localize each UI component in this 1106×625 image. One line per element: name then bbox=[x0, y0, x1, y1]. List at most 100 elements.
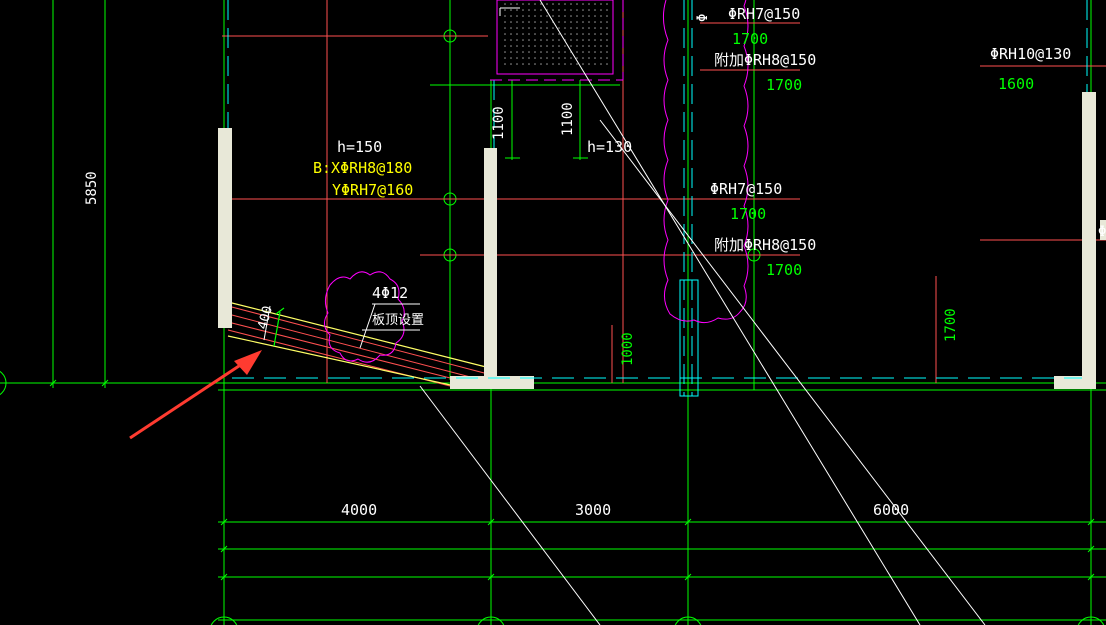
hatch-dot bbox=[600, 9, 602, 11]
hatch-dot bbox=[570, 21, 572, 23]
hatch-dot bbox=[522, 63, 524, 65]
hatch-dot bbox=[540, 27, 542, 29]
hatch-dot bbox=[528, 45, 530, 47]
wall-mid bbox=[484, 148, 497, 388]
rebar-label-2: 附加ΦRH8@150 bbox=[714, 51, 816, 69]
dim-5850: 5850 bbox=[84, 171, 100, 205]
hatch-dot bbox=[606, 45, 608, 47]
hatch-dot bbox=[588, 39, 590, 41]
hatch-dot bbox=[600, 39, 602, 41]
hatch-dot bbox=[570, 45, 572, 47]
hatch-dot bbox=[510, 51, 512, 53]
hatch-dot bbox=[540, 51, 542, 53]
wall-left bbox=[218, 128, 232, 328]
hatch-dot bbox=[552, 57, 554, 59]
hatch-dot bbox=[516, 51, 518, 53]
dim-6000: 6000 bbox=[873, 501, 909, 519]
hatch-dot bbox=[522, 51, 524, 53]
hatch-dot bbox=[534, 9, 536, 11]
hatch-dot bbox=[564, 9, 566, 11]
hatch-dot bbox=[534, 15, 536, 17]
hatch-dot bbox=[510, 63, 512, 65]
hatch-dot bbox=[594, 15, 596, 17]
rebar-label-5: ΦRH10@130 bbox=[990, 45, 1071, 63]
hatch-dot bbox=[564, 27, 566, 29]
hatch-dot bbox=[606, 33, 608, 35]
hatch-dot bbox=[540, 39, 542, 41]
hatch-dot bbox=[516, 45, 518, 47]
hatch-dot bbox=[576, 15, 578, 17]
support-length-right: 1700 bbox=[943, 308, 959, 342]
hatch-dot bbox=[546, 27, 548, 29]
hatch-dot bbox=[546, 51, 548, 53]
hatch-dot bbox=[606, 51, 608, 53]
hatch-dot bbox=[516, 9, 518, 11]
hatch-dot bbox=[540, 63, 542, 65]
hatch-dot bbox=[570, 63, 572, 65]
hatch-dot bbox=[594, 45, 596, 47]
hatch-dot bbox=[558, 39, 560, 41]
hatch-dot bbox=[504, 45, 506, 47]
hatch-dot bbox=[504, 21, 506, 23]
hatch-dot bbox=[540, 45, 542, 47]
dim-3000: 3000 bbox=[575, 501, 611, 519]
hatch-dot bbox=[576, 3, 578, 5]
right-edge-mark: Φ bbox=[1098, 224, 1106, 240]
hatch-dot bbox=[600, 45, 602, 47]
hatch-dot bbox=[558, 27, 560, 29]
hatch-dot bbox=[552, 63, 554, 65]
hatch-dot bbox=[540, 57, 542, 59]
hatch-dot bbox=[528, 63, 530, 65]
hatch-dot bbox=[522, 15, 524, 17]
hatch-dot bbox=[528, 33, 530, 35]
hatch-dot bbox=[600, 27, 602, 29]
hatch-dot bbox=[516, 33, 518, 35]
hatch-dot bbox=[606, 21, 608, 23]
hatch-dot bbox=[552, 9, 554, 11]
hatch-dot bbox=[528, 3, 530, 5]
hatch-dot bbox=[564, 15, 566, 17]
rebar-label-3: ΦRH7@150 bbox=[710, 180, 782, 198]
hatch-dot bbox=[564, 21, 566, 23]
hatch-dot bbox=[510, 39, 512, 41]
hatch-dot bbox=[594, 3, 596, 5]
hatch-dot bbox=[552, 15, 554, 17]
hatch-dot bbox=[534, 27, 536, 29]
hatch-dot bbox=[606, 39, 608, 41]
hatch-dot bbox=[606, 3, 608, 5]
hatch-dot bbox=[582, 39, 584, 41]
hatch-dot bbox=[600, 33, 602, 35]
hatch-dot bbox=[546, 45, 548, 47]
hatch-dot bbox=[534, 39, 536, 41]
hatch-dot bbox=[570, 27, 572, 29]
hatch-dot bbox=[594, 39, 596, 41]
hatch-dot bbox=[522, 21, 524, 23]
hatch-dot bbox=[552, 39, 554, 41]
hatch-dot bbox=[600, 57, 602, 59]
hatch-dot bbox=[558, 51, 560, 53]
hatch-dot bbox=[558, 9, 560, 11]
beam-bars: 4Φ12 bbox=[372, 284, 408, 302]
hatch-dot bbox=[606, 15, 608, 17]
hatch-dot bbox=[540, 33, 542, 35]
beam-note: 板顶设置 bbox=[372, 313, 424, 328]
hatch-dot bbox=[564, 33, 566, 35]
hatch-dot bbox=[582, 63, 584, 65]
cad-drawing-canvas[interactable]: 5850 h=150 B:XΦRH8@180 YΦRH7@160 1100 11… bbox=[0, 0, 1106, 625]
hatch-dot bbox=[504, 51, 506, 53]
hatch-dot bbox=[588, 9, 590, 11]
hatch-dot bbox=[570, 33, 572, 35]
hatch-dot bbox=[558, 33, 560, 35]
hatch-dot bbox=[564, 57, 566, 59]
hatch-dot bbox=[606, 57, 608, 59]
hatch-dot bbox=[516, 21, 518, 23]
hatch-dot bbox=[546, 33, 548, 35]
hatch-dot bbox=[582, 15, 584, 17]
hatch-dot bbox=[504, 33, 506, 35]
hatch-dot bbox=[600, 15, 602, 17]
hatch-dot bbox=[540, 15, 542, 17]
wall-right bbox=[1082, 92, 1096, 388]
dim-4000: 4000 bbox=[341, 501, 377, 519]
hatch-dot bbox=[540, 21, 542, 23]
hatch-dot bbox=[582, 27, 584, 29]
